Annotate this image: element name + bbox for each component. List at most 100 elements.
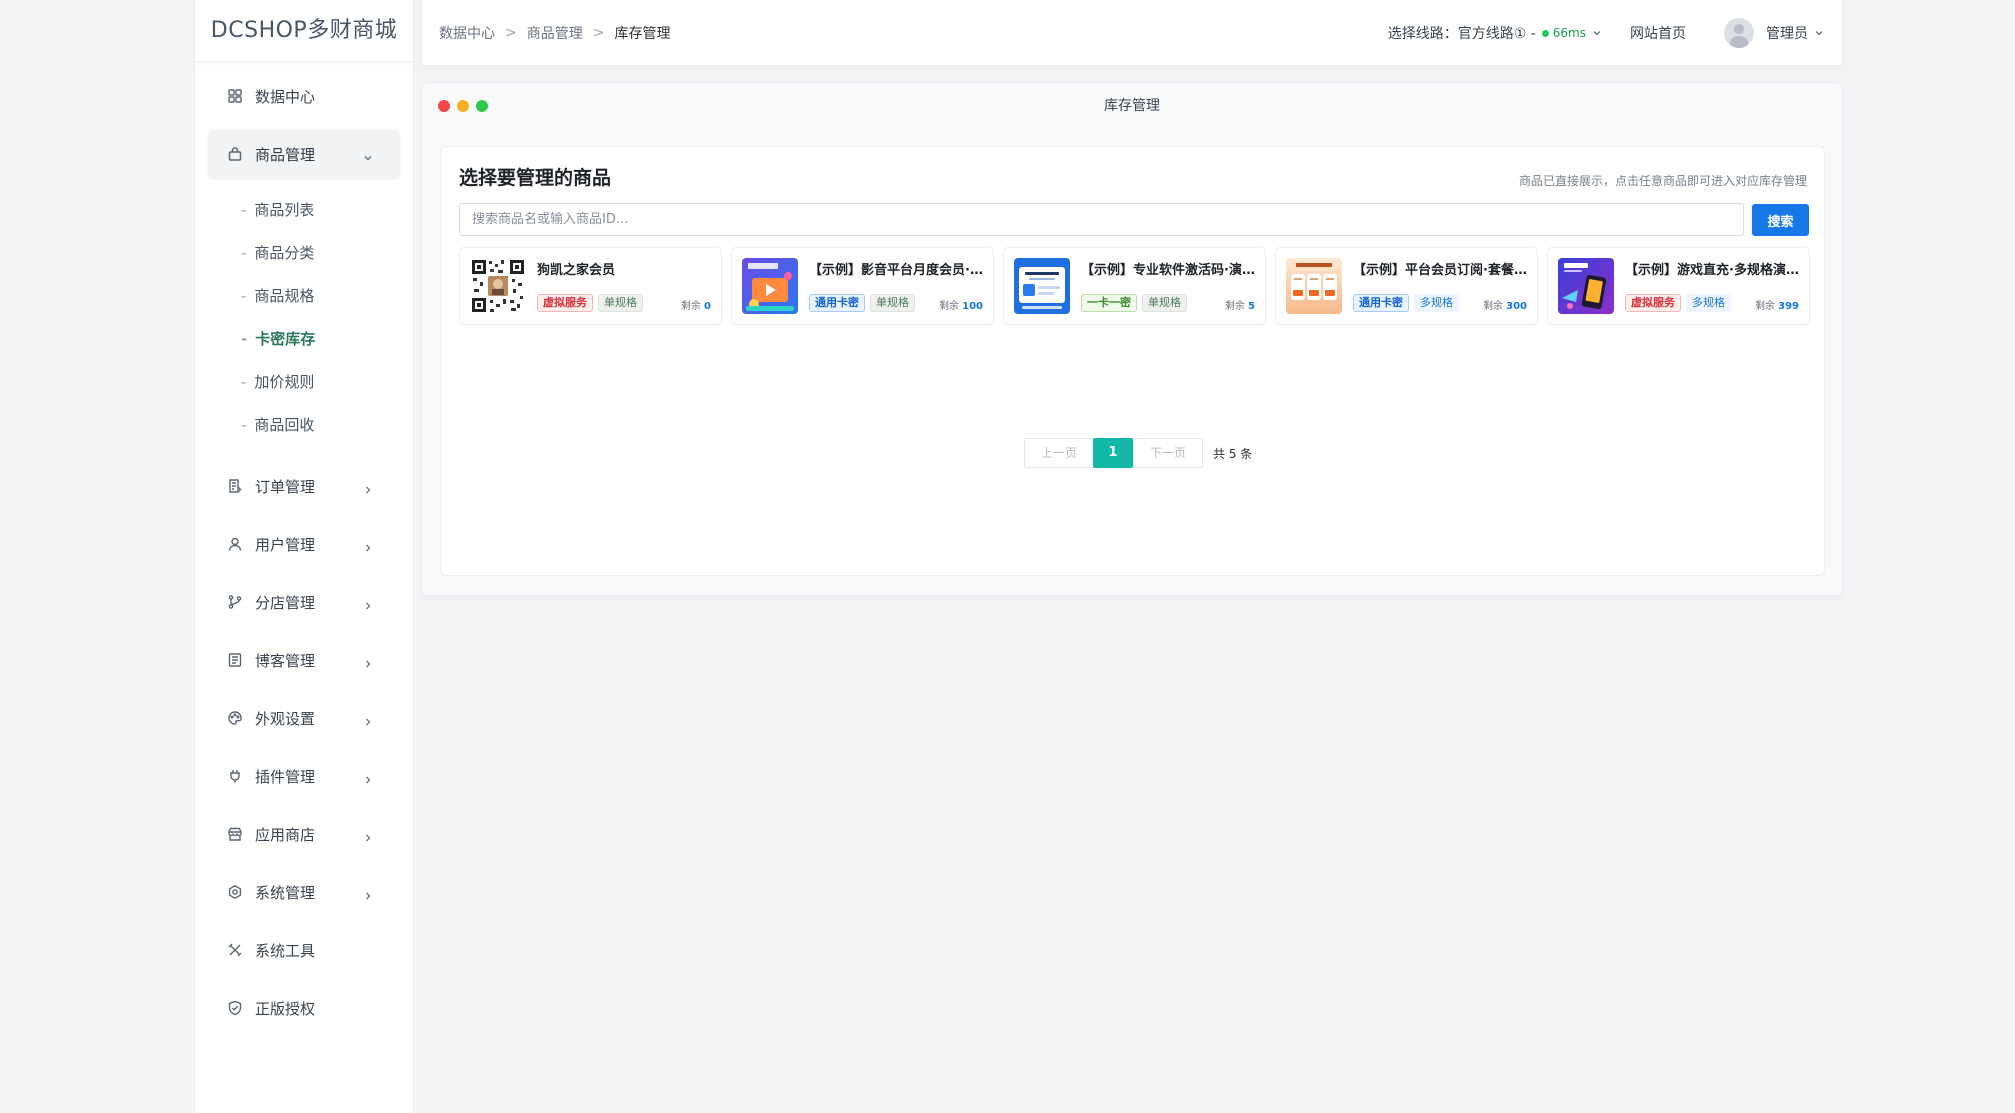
sidebar-item-label: 插件管理 [255,767,316,786]
online-status-dot [1541,29,1549,37]
sidebar-item-orders[interactable]: 订单管理 [209,462,399,510]
breadcrumb-item-products[interactable]: 商品管理 [527,23,583,43]
card-title: 选择要管理的商品 [459,167,612,189]
submenu-label: 商品回收 [254,416,315,434]
sidebar-item-label: 订单管理 [255,477,316,496]
product-type-tag: 虚拟服务 [537,294,593,312]
submenu-item-card-inventory[interactable]: - 卡密库存 [195,317,413,360]
chevron-right-icon [363,713,373,726]
product-thumbnail-video-membership [742,258,798,314]
route-selector[interactable]: 选择线路：官方线路① - 66ms [1388,23,1602,43]
product-card[interactable]: 狗凯之家会员 虚拟服务 单规格 剩余 0 [459,247,722,325]
header-actions: 选择线路：官方线路① - 66ms 网站首页 管理员 [1388,0,1824,66]
chevron-right-icon [363,771,373,784]
breadcrumb: 数据中心 > 商品管理 > 库存管理 [439,0,670,66]
submenu-item-product-list[interactable]: - 商品列表 [195,188,413,231]
sidebar-item-label: 分店管理 [255,593,316,612]
dashboard-icon [227,88,243,104]
product-grid: 狗凯之家会员 虚拟服务 单规格 剩余 0 【示例】影音平台月度会员·单 通用卡密… [459,247,1819,325]
sidebar-item-system[interactable]: 系统管理 [209,868,399,916]
sidebar-item-label: 数据中心 [255,87,316,106]
product-thumbnail-game-topup [1558,258,1614,314]
sidebar-item-plugins[interactable]: 插件管理 [209,752,399,800]
chevron-right-icon [363,887,373,900]
sidebar-item-products[interactable]: 商品管理 [209,130,399,178]
user-menu[interactable]: 管理员 [1724,18,1824,48]
product-select-card: 选择要管理的商品 商品已直接展示，点击任意商品即可进入对应库存管理 搜索商品名或… [440,146,1825,576]
sidebar-item-license[interactable]: 正版授权 [209,984,399,1032]
breadcrumb-separator: > [592,25,605,41]
blog-icon [227,652,243,668]
product-card[interactable]: 【示例】游戏直充·多规格演示商品 虚拟服务 多规格 剩余 399 [1547,247,1810,325]
prev-page-button[interactable]: 上一页 [1024,438,1095,468]
submenu-label: 商品列表 [254,201,315,219]
submenu-item-product-spec[interactable]: - 商品规格 [195,274,413,317]
product-stock: 剩余 100 [939,297,983,312]
product-spec-tag: 单规格 [1142,294,1187,312]
submenu-label: 加价规则 [254,373,315,391]
product-type-tag: 虚拟服务 [1625,294,1681,312]
breadcrumb-item-dashboard[interactable]: 数据中心 [439,23,495,43]
products-submenu: - 商品列表 - 商品分类 - 商品规格 - 卡密库存 - 加价规则 - 商品回收 [195,188,413,446]
product-tags: 通用卡密 多规格 [1353,294,1464,312]
product-spec-tag: 多规格 [1414,294,1459,312]
stock-count: 300 [1506,301,1527,312]
product-name: 【示例】平台会员订阅·套餐演示 [1353,263,1529,278]
maximize-dot-icon [476,100,488,112]
settings-icon [227,884,243,900]
product-card[interactable]: 【示例】平台会员订阅·套餐演示 通用卡密 多规格 剩余 300 [1275,247,1538,325]
product-stock: 剩余 300 [1483,297,1527,312]
stock-label: 剩余 [938,301,959,312]
chevron-down-icon [1592,28,1602,38]
sidebar-item-label: 正版授权 [255,999,316,1018]
chevron-right-icon [363,481,373,494]
sidebar-item-users[interactable]: 用户管理 [209,520,399,568]
breadcrumb-item-current: 库存管理 [614,26,671,42]
product-name: 【示例】影音平台月度会员·单规格演示 [809,263,985,278]
sidebar-item-tools[interactable]: 系统工具 [209,926,399,974]
submenu-label: 商品分类 [254,244,315,262]
sidebar-item-branches[interactable]: 分店管理 [209,578,399,626]
search-button[interactable]: 搜索 [1752,204,1809,236]
product-card[interactable]: 【示例】影音平台月度会员·单规格演示 通用卡密 单规格 剩余 100 [731,247,994,325]
breadcrumb-separator: > [505,25,517,41]
route-latency: 66ms [1552,26,1586,40]
stock-label: 剩余 [1482,301,1503,312]
card-hint: 商品已直接展示，点击任意商品即可进入对应库存管理 [1518,174,1807,188]
store-icon [227,826,243,842]
product-card[interactable]: 【示例】专业软件激活码·演示商品 一卡一密 单规格 剩余 5 [1003,247,1266,325]
stock-count: 0 [704,301,711,312]
user-name: 管理员 [1766,26,1808,42]
product-stock: 剩余 399 [1755,297,1799,312]
submenu-item-product-recycle[interactable]: - 商品回收 [195,403,413,446]
product-spec-tag: 单规格 [598,294,643,312]
stock-count: 100 [962,301,983,312]
search-input[interactable] [459,203,1744,236]
sidebar-item-dashboard[interactable]: 数据中心 [209,72,399,120]
panel-title-bar: 库存管理 [422,83,1842,130]
next-page-button[interactable]: 下一页 [1133,438,1204,468]
chevron-right-icon [363,655,373,668]
submenu-item-product-category[interactable]: - 商品分类 [195,231,413,274]
stock-label: 剩余 [1224,301,1245,312]
sidebar-item-appearance[interactable]: 外观设置 [209,694,399,742]
avatar [1724,18,1754,48]
product-tags: 一卡一密 单规格 [1081,294,1192,312]
branch-icon [227,594,243,610]
product-stock: 剩余 0 [681,297,711,312]
page-number-current[interactable]: 1 [1093,438,1134,468]
palette-icon [227,710,243,726]
stock-count: 5 [1248,301,1255,312]
product-tags: 通用卡密 单规格 [809,294,920,312]
product-thumbnail-qrcode [470,258,526,314]
sidebar-item-label: 系统工具 [255,941,316,960]
site-home-link[interactable]: 网站首页 [1630,23,1686,43]
sidebar-item-blog[interactable]: 博客管理 [209,636,399,684]
sidebar-item-app-store[interactable]: 应用商店 [209,810,399,858]
top-header: 数据中心 > 商品管理 > 库存管理 选择线路：官方线路① - 66ms 网站首… [421,0,1843,66]
brand-logo[interactable]: DCSHOP多财商城 [195,0,413,62]
plug-icon [227,768,243,784]
sidebar: DCSHOP多财商城 数据中心 商品管理 - 商品列表 - 商品分类 - 商品规格 -… [194,0,414,1113]
submenu-item-markup-rules[interactable]: - 加价规则 [195,360,413,403]
submenu-label: 卡密库存 [255,330,316,348]
